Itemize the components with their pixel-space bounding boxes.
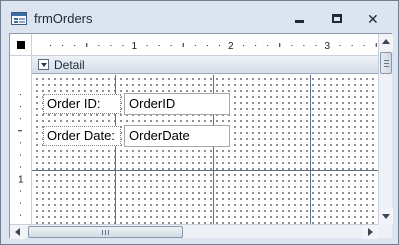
ruler-tick xyxy=(315,45,317,46)
ruler-tick xyxy=(363,45,365,46)
size-grip xyxy=(378,224,392,238)
ruler-tick xyxy=(20,190,21,192)
ruler-label: 1 xyxy=(18,175,24,186)
ruler-label: 3 xyxy=(325,41,331,52)
scroll-up-button[interactable] xyxy=(379,34,393,50)
minimize-icon xyxy=(295,20,304,23)
ruler-tick xyxy=(279,43,281,47)
horizontal-scroll-thumb[interactable] xyxy=(28,226,183,238)
ruler-tick xyxy=(182,43,184,47)
maximize-button[interactable] xyxy=(323,10,351,28)
ruler-tick xyxy=(218,45,220,46)
detail-section-grid[interactable]: Order ID: OrderID Order Date: OrderDate xyxy=(32,75,378,224)
scroll-right-button[interactable] xyxy=(362,225,378,239)
ruler-tick xyxy=(98,45,100,46)
vertical-ruler[interactable]: 1 xyxy=(10,56,32,224)
ruler-tick xyxy=(303,45,305,46)
ruler-tick xyxy=(255,45,257,46)
ruler-label: 1 xyxy=(132,41,138,52)
ruler-tick xyxy=(267,45,269,46)
ruler-tick xyxy=(206,45,208,46)
order-id-label[interactable]: Order ID: xyxy=(43,94,121,114)
maximize-icon xyxy=(332,14,342,23)
order-date-textbox[interactable]: OrderDate xyxy=(124,125,230,147)
vertical-scrollbar[interactable] xyxy=(378,34,393,224)
grid-line xyxy=(32,170,378,171)
ruler-tick xyxy=(20,202,21,204)
form-icon xyxy=(11,12,27,25)
horizontal-scrollbar[interactable] xyxy=(10,224,378,239)
ruler-tick xyxy=(375,43,377,47)
ruler-tick xyxy=(110,45,112,46)
scroll-left-button[interactable] xyxy=(10,225,26,239)
ruler-tick xyxy=(291,45,293,46)
ruler-tick xyxy=(20,94,21,96)
ruler-tick xyxy=(170,45,172,46)
order-id-textbox[interactable]: OrderID xyxy=(124,93,230,115)
ruler-tick xyxy=(50,45,52,46)
design-area: 1 2 3 1 Detail Order ID: OrderID Order Dat… xyxy=(9,33,393,239)
ruler-tick xyxy=(20,142,21,144)
arrow-right-icon xyxy=(368,228,373,236)
horizontal-ruler[interactable]: 1 2 3 xyxy=(32,34,378,56)
ruler-label: 2 xyxy=(228,41,234,52)
horizontal-ruler-ticks: 1 2 3 xyxy=(50,41,377,52)
arrow-left-icon xyxy=(15,228,20,236)
ruler-tick xyxy=(243,45,245,46)
ruler-tick xyxy=(339,45,341,46)
ruler-tick xyxy=(20,118,21,120)
ruler-tick xyxy=(20,154,21,156)
ruler-tick xyxy=(74,45,76,46)
window-title: frmOrders xyxy=(34,11,93,26)
ruler-tick xyxy=(146,45,148,46)
ruler-tick xyxy=(351,45,353,46)
ruler-tick xyxy=(20,214,21,216)
minimize-button[interactable] xyxy=(286,10,314,28)
ruler-tick xyxy=(20,106,21,108)
title-bar[interactable]: frmOrders ✕ xyxy=(1,1,398,33)
arrow-down-icon xyxy=(382,214,390,219)
vertical-ruler-ticks: 1 xyxy=(18,94,24,216)
ruler-tick xyxy=(62,45,64,46)
vertical-scroll-thumb[interactable] xyxy=(380,52,392,74)
form-selector[interactable] xyxy=(10,34,32,56)
ruler-tick xyxy=(122,45,124,46)
arrow-up-icon xyxy=(382,39,390,44)
ruler-tick xyxy=(158,45,160,46)
ruler-tick xyxy=(194,45,196,46)
form-design-window: frmOrders ✕ 123 1 Detail Order ID: Order… xyxy=(0,0,399,245)
scroll-down-button[interactable] xyxy=(379,208,393,224)
ruler-tick xyxy=(18,130,22,132)
ruler-tick xyxy=(20,166,21,168)
grid-line xyxy=(310,75,311,224)
section-label: Detail xyxy=(54,58,85,72)
close-button[interactable]: ✕ xyxy=(360,10,388,28)
section-arrow-icon xyxy=(38,59,49,70)
order-date-label[interactable]: Order Date: xyxy=(43,126,121,146)
detail-section-header[interactable]: Detail xyxy=(32,56,378,74)
close-icon: ✕ xyxy=(367,11,379,27)
ruler-tick xyxy=(86,43,88,47)
form-selector-square xyxy=(17,41,25,49)
